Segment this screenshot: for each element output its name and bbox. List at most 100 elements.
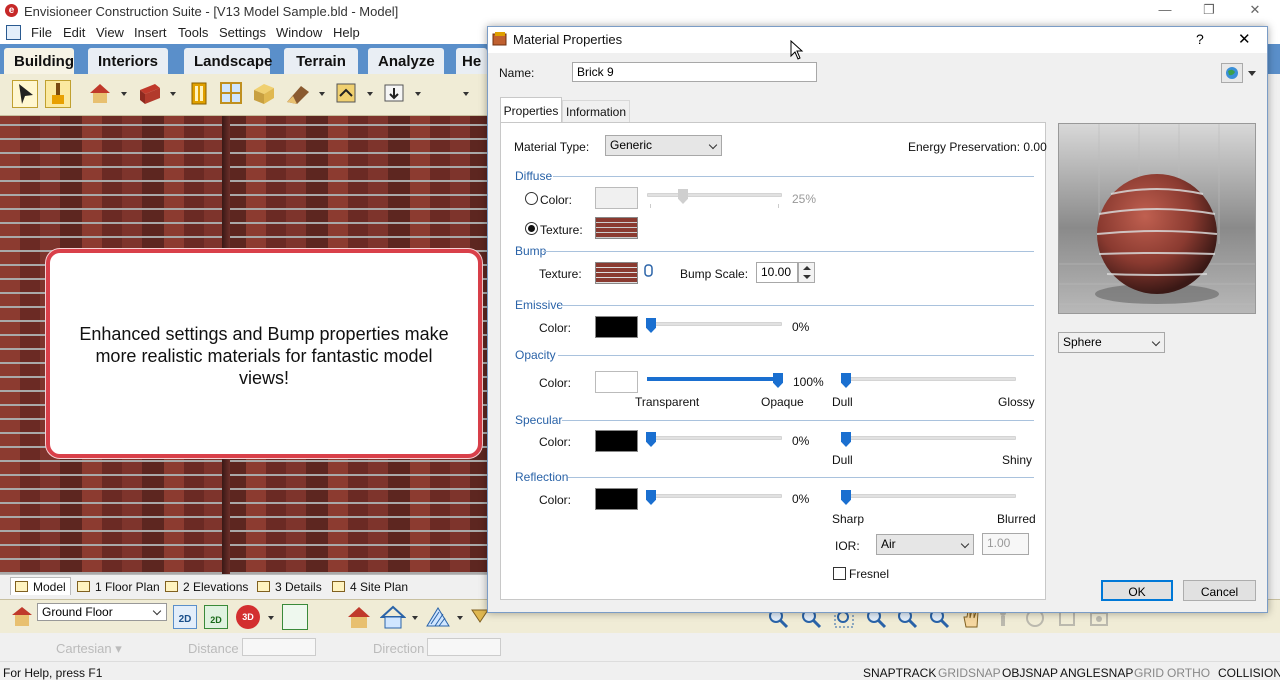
select-arrow-icon[interactable] bbox=[12, 80, 38, 108]
cabinet-tool-icon[interactable] bbox=[251, 80, 277, 108]
paint-brush-icon[interactable] bbox=[45, 80, 71, 108]
menu-edit[interactable]: Edit bbox=[63, 25, 85, 40]
emissive-color-swatch[interactable] bbox=[595, 316, 638, 338]
toggle-ortho[interactable]: ORTHO bbox=[1167, 666, 1210, 680]
ok-button[interactable]: OK bbox=[1101, 580, 1173, 601]
gloss-slider-track[interactable] bbox=[842, 377, 1016, 381]
distance-input[interactable] bbox=[242, 638, 316, 656]
toggle-collision[interactable]: COLLISION bbox=[1218, 666, 1280, 680]
tab-landscape[interactable]: Landscape bbox=[184, 48, 272, 74]
bump-texture-swatch[interactable] bbox=[595, 262, 638, 284]
toggle-objsnap[interactable]: OBJSNAP bbox=[1002, 666, 1058, 680]
specular-slider-track[interactable] bbox=[647, 436, 782, 440]
material-properties-dialog: Material Properties ? ✕ Name: Brick 9 Pr… bbox=[487, 26, 1268, 613]
spin-down-icon[interactable] bbox=[803, 275, 811, 279]
library-menu-chevron-icon[interactable] bbox=[1248, 71, 1256, 76]
spin-up-icon[interactable] bbox=[803, 266, 811, 270]
chevron-down-icon[interactable] bbox=[170, 92, 176, 96]
tab-help[interactable]: He bbox=[456, 48, 487, 74]
close-app-icon[interactable]: ✕ bbox=[1245, 2, 1265, 20]
tab-terrain[interactable]: Terrain bbox=[284, 48, 358, 74]
specular-color-swatch[interactable] bbox=[595, 430, 638, 452]
toggle-anglesnap[interactable]: ANGLESNAP bbox=[1060, 666, 1133, 680]
menu-view[interactable]: View bbox=[96, 25, 124, 40]
minimize-icon[interactable]: — bbox=[1155, 2, 1175, 20]
tab-model-label: Model bbox=[33, 580, 66, 594]
house-tool-icon[interactable] bbox=[87, 80, 113, 108]
tab-analyze[interactable]: Analyze bbox=[368, 48, 444, 74]
menu-tools[interactable]: Tools bbox=[178, 25, 208, 40]
diffuse-color-swatch[interactable] bbox=[595, 187, 638, 209]
chevron-down-icon[interactable] bbox=[412, 616, 418, 620]
link-icon[interactable] bbox=[643, 264, 655, 278]
toggle-grid[interactable]: GRID bbox=[1134, 666, 1164, 680]
ior-label: IOR: bbox=[835, 539, 860, 553]
bump-scale-spinner[interactable] bbox=[798, 262, 815, 283]
house-icon[interactable] bbox=[346, 604, 372, 630]
reflection-slider-track[interactable] bbox=[647, 494, 782, 498]
menu-insert[interactable]: Insert bbox=[134, 25, 167, 40]
reflection-color-swatch[interactable] bbox=[595, 488, 638, 510]
tab-properties[interactable]: Properties bbox=[500, 97, 562, 122]
shininess-slider-track[interactable] bbox=[842, 436, 1016, 440]
diffuse-texture-radio[interactable] bbox=[525, 222, 538, 235]
chevron-down-icon[interactable] bbox=[367, 92, 373, 96]
tab-model[interactable]: Model bbox=[10, 577, 71, 595]
dimension-tool-icon[interactable] bbox=[381, 80, 407, 108]
menu-window[interactable]: Window bbox=[276, 25, 322, 40]
view-3d-icon[interactable]: 3D bbox=[236, 605, 260, 629]
chevron-down-icon[interactable] bbox=[457, 616, 463, 620]
chevron-down-icon[interactable] bbox=[121, 92, 127, 96]
menu-file[interactable]: File bbox=[31, 25, 52, 40]
diffuse-slider-track[interactable] bbox=[647, 193, 782, 197]
tab-details-label: 3 Details bbox=[275, 580, 322, 594]
tab-information[interactable]: Information bbox=[562, 100, 630, 122]
fresnel-checkbox[interactable] bbox=[833, 567, 846, 580]
restore-icon[interactable]: ❐ bbox=[1199, 2, 1219, 20]
tab-details[interactable]: 3 Details bbox=[257, 580, 322, 598]
chevron-down-icon[interactable] bbox=[268, 616, 274, 620]
coord-mode[interactable]: Cartesian ▾ bbox=[56, 641, 122, 657]
view-2d-icon[interactable]: 2D bbox=[173, 605, 197, 629]
cancel-button[interactable]: Cancel bbox=[1183, 580, 1256, 601]
tab-floor-plan[interactable]: 1 Floor Plan bbox=[77, 580, 160, 598]
material-type-select[interactable]: Generic bbox=[605, 135, 722, 156]
wall-tool-icon[interactable] bbox=[137, 80, 163, 108]
tab-elevations[interactable]: 2 Elevations bbox=[165, 580, 248, 598]
view-2d-plan-icon[interactable]: 2D bbox=[204, 605, 228, 629]
dialog-close-button[interactable]: ✕ bbox=[1238, 30, 1251, 48]
chevron-down-icon[interactable] bbox=[319, 92, 325, 96]
bump-scale-input[interactable]: 10.00 bbox=[756, 262, 798, 283]
name-input[interactable]: Brick 9 bbox=[572, 62, 817, 82]
window-tool-icon[interactable] bbox=[218, 80, 244, 108]
menu-settings[interactable]: Settings bbox=[219, 25, 266, 40]
toggle-snaptrack[interactable]: SNAPTRACK bbox=[863, 666, 936, 680]
help-button[interactable]: ? bbox=[1196, 31, 1204, 47]
diffuse-texture-swatch[interactable] bbox=[595, 217, 638, 239]
chevron-down-icon[interactable] bbox=[415, 92, 421, 96]
hatch-icon[interactable] bbox=[425, 604, 451, 630]
ior-value-input[interactable]: 1.00 bbox=[982, 533, 1029, 555]
roof-tool-icon[interactable] bbox=[285, 80, 311, 108]
diffuse-color-radio[interactable] bbox=[525, 192, 538, 205]
direction-input[interactable] bbox=[427, 638, 501, 656]
fit-view-icon[interactable] bbox=[282, 604, 308, 630]
section-divider bbox=[568, 477, 1034, 478]
tab-interiors[interactable]: Interiors bbox=[88, 48, 168, 74]
toggle-gridsnap[interactable]: GRIDSNAP bbox=[938, 666, 1001, 680]
emissive-slider-track[interactable] bbox=[647, 322, 782, 326]
chevron-down-icon[interactable] bbox=[463, 92, 469, 96]
ior-select[interactable]: Air bbox=[876, 534, 974, 555]
tab-site-plan[interactable]: 4 Site Plan bbox=[332, 580, 408, 598]
floor-select[interactable]: Ground Floor bbox=[37, 603, 167, 621]
tab-building[interactable]: Building bbox=[4, 48, 74, 74]
door-tool-icon[interactable] bbox=[186, 80, 212, 108]
menu-help[interactable]: Help bbox=[333, 25, 360, 40]
blur-slider-track[interactable] bbox=[842, 494, 1016, 498]
preview-shape-select[interactable]: Sphere bbox=[1058, 332, 1165, 353]
stairs-tool-icon[interactable] bbox=[333, 80, 359, 108]
house-outline-icon[interactable] bbox=[379, 604, 407, 630]
opacity-color-swatch[interactable] bbox=[595, 371, 638, 393]
section-opacity: Opacity bbox=[515, 348, 556, 362]
material-library-button[interactable] bbox=[1221, 63, 1243, 83]
